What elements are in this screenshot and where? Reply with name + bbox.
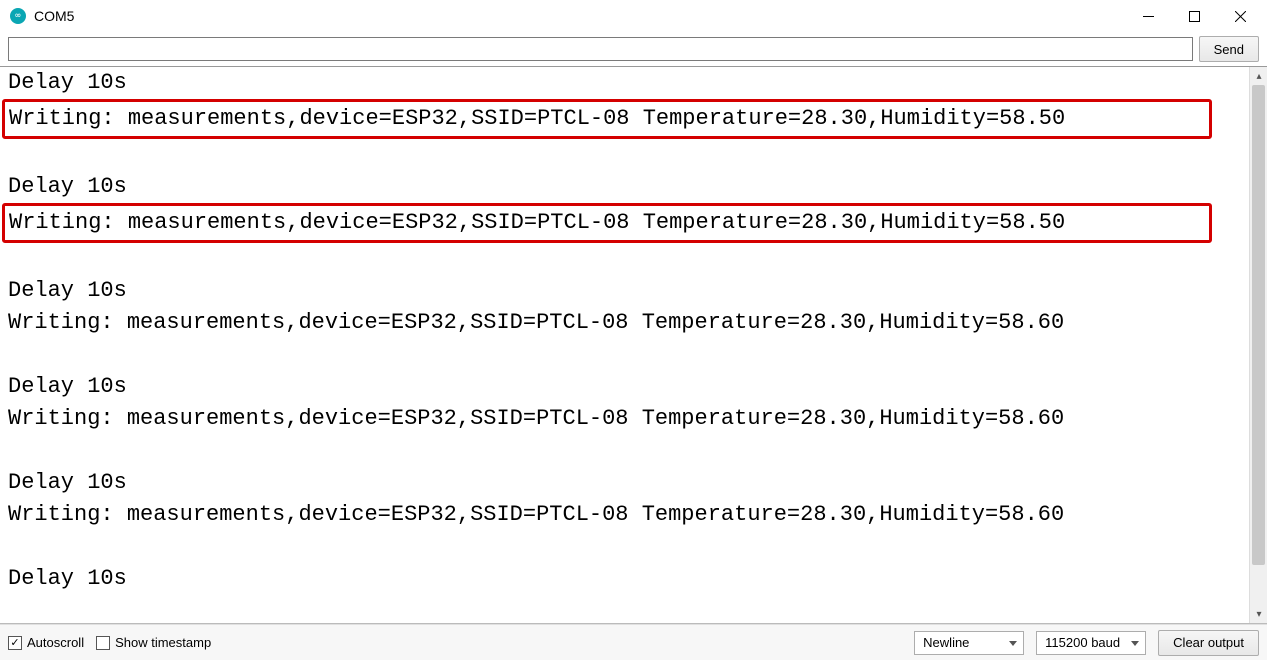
- line-ending-select[interactable]: Newline: [914, 631, 1024, 655]
- output-line: Writing: measurements,device=ESP32,SSID=…: [2, 203, 1212, 243]
- scroll-thumb[interactable]: [1252, 85, 1265, 565]
- output-line: Writing: measurements,device=ESP32,SSID=…: [2, 99, 1212, 139]
- output-line: [8, 531, 1245, 563]
- timestamp-label: Show timestamp: [115, 635, 211, 650]
- scroll-up-arrow[interactable]: ▴: [1250, 67, 1267, 85]
- output-area: Delay 10sWriting: measurements,device=ES…: [0, 67, 1267, 624]
- titlebar: ∞ COM5: [0, 0, 1267, 32]
- output-line: Writing: measurements,device=ESP32,SSID=…: [8, 403, 1245, 435]
- output-line: Delay 10s: [8, 371, 1245, 403]
- checkbox-icon: ✓: [8, 636, 22, 650]
- output-line: Writing: measurements,device=ESP32,SSID=…: [8, 307, 1245, 339]
- scroll-down-arrow[interactable]: ▾: [1250, 605, 1267, 623]
- maximize-button[interactable]: [1171, 0, 1217, 32]
- output-line: Delay 10s: [8, 171, 1245, 203]
- send-button[interactable]: Send: [1199, 36, 1259, 62]
- baud-select[interactable]: 115200 baud: [1036, 631, 1146, 655]
- autoscroll-label: Autoscroll: [27, 635, 84, 650]
- output-line: [8, 243, 1245, 275]
- output-line: Delay 10s: [8, 563, 1245, 595]
- output-line: [8, 339, 1245, 371]
- output-line: [8, 435, 1245, 467]
- minimize-button[interactable]: [1125, 0, 1171, 32]
- arduino-icon: ∞: [10, 8, 26, 24]
- output-line: Delay 10s: [8, 67, 1245, 99]
- timestamp-checkbox[interactable]: Show timestamp: [96, 635, 211, 650]
- output-line: Writing: measurements,device=ESP32,SSID=…: [8, 499, 1245, 531]
- serial-output[interactable]: Delay 10sWriting: measurements,device=ES…: [0, 67, 1249, 623]
- baud-value: 115200 baud: [1045, 635, 1120, 650]
- close-button[interactable]: [1217, 0, 1263, 32]
- output-line: Delay 10s: [8, 467, 1245, 499]
- line-ending-value: Newline: [923, 635, 969, 650]
- autoscroll-checkbox[interactable]: ✓ Autoscroll: [8, 635, 84, 650]
- output-line: Delay 10s: [8, 275, 1245, 307]
- status-bar: ✓ Autoscroll Show timestamp Newline 1152…: [0, 624, 1267, 660]
- vertical-scrollbar[interactable]: ▴ ▾: [1249, 67, 1267, 623]
- command-input[interactable]: [8, 37, 1193, 61]
- window-title: COM5: [34, 8, 74, 24]
- output-line: [8, 139, 1245, 171]
- send-toolbar: Send: [0, 32, 1267, 67]
- clear-output-button[interactable]: Clear output: [1158, 630, 1259, 656]
- checkbox-icon: [96, 636, 110, 650]
